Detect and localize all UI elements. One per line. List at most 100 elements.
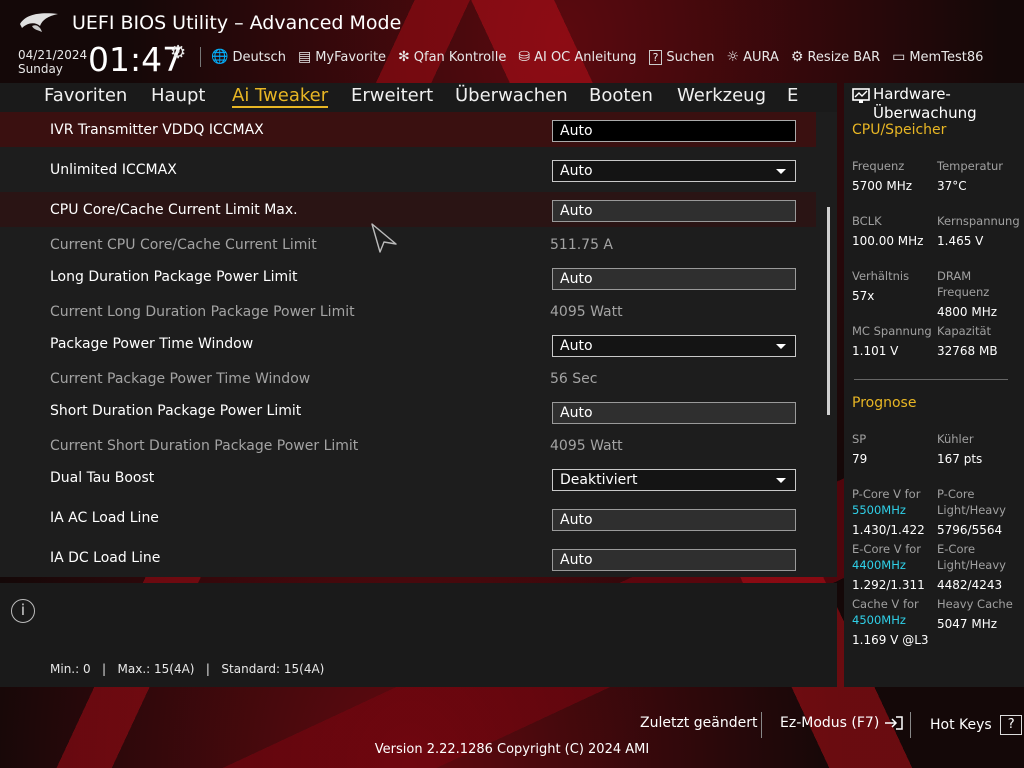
- language-label: Deutsch: [232, 49, 286, 65]
- setting-row[interactable]: Dual Tau Boost Deaktiviert: [0, 465, 816, 499]
- hw-value: 100.00 MHz: [852, 234, 924, 248]
- setting-label: CPU Core/Cache Current Limit Max.: [50, 202, 298, 218]
- tab-ai-tweaker[interactable]: Ai Tweaker: [232, 85, 329, 108]
- setting-row[interactable]: IA AC Load Line Auto: [0, 505, 816, 539]
- info-value: 56 Sec: [550, 371, 598, 387]
- ez-mode-label: Ez-Modus (F7): [780, 715, 880, 731]
- hw-value: 57x: [852, 289, 875, 303]
- help-range-text: Min.: 0 | Max.: 15(4A) | Standard: 15(4A…: [50, 662, 325, 676]
- qfan-button[interactable]: ✻ Qfan Kontrolle: [398, 49, 506, 65]
- tab-booten[interactable]: Booten: [589, 85, 653, 106]
- hw-label: E-Core V for: [852, 542, 922, 556]
- weekday: Sunday: [18, 62, 63, 76]
- last-changed-button[interactable]: Zuletzt geändert: [640, 715, 757, 731]
- hw-label: E-Core Light/Heavy: [937, 542, 1006, 572]
- hw-label: DRAM Frequenz: [937, 269, 990, 299]
- value-input[interactable]: Auto: [552, 200, 796, 222]
- hw-freq-highlight: 4400MHz: [852, 558, 906, 572]
- search-button[interactable]: ? Suchen: [648, 49, 715, 65]
- hardware-monitor-panel: Hardware-Überwachung CPU/Speicher Freque…: [844, 83, 1024, 687]
- hw-monitor-title: Hardware-Überwachung: [873, 85, 977, 122]
- value-input[interactable]: Auto: [552, 549, 796, 571]
- hw-label: SP: [852, 432, 867, 446]
- hot-keys-button[interactable]: Hot Keys ?: [930, 715, 1023, 735]
- setting-row[interactable]: IA DC Load Line Auto: [0, 545, 816, 577]
- setting-row[interactable]: Short Duration Package Power Limit Auto: [0, 398, 816, 432]
- hw-label: MC Spannung: [852, 324, 932, 338]
- hw-label: P-Core Light/Heavy: [937, 487, 1006, 517]
- setting-label: Package Power Time Window: [50, 336, 254, 352]
- setting-row[interactable]: IVR Transmitter VDDQ ICCMAX Auto: [0, 112, 816, 147]
- date-display: 04/21/2024 Sunday: [18, 48, 87, 76]
- info-label: Current Long Duration Package Power Limi…: [50, 304, 355, 320]
- info-value: 4095 Watt: [550, 304, 623, 320]
- tab-exit[interactable]: E: [787, 85, 798, 106]
- scrollbar[interactable]: [827, 207, 830, 415]
- value-input[interactable]: Auto: [552, 509, 796, 531]
- info-value: 4095 Watt: [550, 438, 623, 454]
- hw-label: Kernspannung: [937, 214, 1020, 228]
- setting-row[interactable]: CPU Core/Cache Current Limit Max. Auto: [0, 192, 816, 227]
- setting-label: Long Duration Package Power Limit: [50, 269, 298, 285]
- help-info-panel: i Min.: 0 | Max.: 15(4A) | Standard: 15(…: [0, 583, 837, 687]
- hw-value: 5796/5564: [937, 523, 1003, 537]
- hw-value: 32768 MB: [937, 344, 998, 358]
- value-dropdown[interactable]: Deaktiviert: [552, 469, 796, 491]
- setting-label: IA AC Load Line: [50, 510, 159, 526]
- ez-mode-button[interactable]: Ez-Modus (F7): [780, 715, 904, 731]
- value-input[interactable]: Auto: [552, 120, 796, 142]
- info-value: 511.75 A: [550, 237, 614, 253]
- hw-divider: [854, 379, 1008, 380]
- setting-row[interactable]: Package Power Time Window Auto: [0, 331, 816, 365]
- aura-button[interactable]: ☼ AURA: [727, 49, 779, 65]
- exit-arrow-icon: [884, 716, 903, 730]
- memtest-icon: ▭: [892, 49, 906, 65]
- footer: Zuletzt geändert Ez-Modus (F7) Hot Keys …: [0, 700, 1024, 768]
- hw-label: BCLK: [852, 214, 882, 228]
- value-input[interactable]: Auto: [552, 402, 796, 424]
- memtest-button[interactable]: ▭ MemTest86: [892, 49, 983, 65]
- hw-label: Heavy Cache: [937, 597, 1013, 611]
- info-row: Current CPU Core/Cache Current Limit 511…: [0, 232, 816, 262]
- resize-bar-icon: ⚙: [790, 49, 804, 65]
- info-label: Current Package Power Time Window: [50, 371, 311, 387]
- setting-row[interactable]: Long Duration Package Power Limit Auto: [0, 264, 816, 298]
- setting-row[interactable]: Unlimited ICCMAX Auto: [0, 152, 816, 187]
- tab-favoriten[interactable]: Favoriten: [44, 85, 127, 106]
- hw-value: 5047 MHz: [937, 617, 998, 631]
- monitor-icon: [852, 88, 870, 103]
- info-row: Current Short Duration Package Power Lim…: [0, 433, 816, 463]
- hot-keys-question-icon: ?: [1000, 715, 1023, 735]
- hw-value: 5700 MHz: [852, 179, 913, 193]
- hw-value: 1.292/1.311: [852, 578, 925, 592]
- hw-label: Kühler: [937, 432, 974, 446]
- tab-ueberwachen[interactable]: Überwachen: [455, 85, 568, 106]
- hw-freq-highlight: 5500MHz: [852, 503, 906, 517]
- value-dropdown[interactable]: Auto: [552, 160, 796, 182]
- hw-value: 4482/4243: [937, 578, 1003, 592]
- hw-value: 1.169 V @L3: [852, 633, 929, 647]
- footer-divider: [761, 712, 762, 738]
- tab-werkzeug[interactable]: Werkzeug: [677, 85, 766, 106]
- rog-logo-icon: [20, 13, 58, 32]
- resize-bar-label: Resize BAR: [807, 49, 881, 65]
- hw-label: Kapazität: [937, 324, 992, 338]
- value-input[interactable]: Auto: [552, 268, 796, 290]
- mouse-cursor-icon: [371, 223, 397, 253]
- hw-value: 1.101 V: [852, 344, 899, 358]
- language-button[interactable]: 🌐 Deutsch: [211, 49, 286, 65]
- ai-oc-button[interactable]: ⛁ AI OC Anleitung: [518, 49, 636, 65]
- resize-bar-button[interactable]: ⚙ Resize BAR: [791, 49, 880, 65]
- tab-erweitert[interactable]: Erweitert: [351, 85, 433, 106]
- value-dropdown[interactable]: Auto: [552, 335, 796, 357]
- prognose-section-title: Prognose: [852, 395, 917, 411]
- settings-gear-icon[interactable]: ⚙: [170, 42, 186, 63]
- setting-label: Dual Tau Boost: [50, 470, 155, 486]
- hw-label: P-Core V for: [852, 487, 921, 501]
- tab-haupt[interactable]: Haupt: [151, 85, 205, 106]
- hw-value: 167 pts: [937, 452, 983, 466]
- setting-label: IVR Transmitter VDDQ ICCMAX: [50, 122, 264, 138]
- myfavorite-button[interactable]: ▤ MyFavorite: [298, 49, 386, 65]
- clock: 01:47: [88, 40, 184, 79]
- info-row: Current Long Duration Package Power Limi…: [0, 299, 816, 329]
